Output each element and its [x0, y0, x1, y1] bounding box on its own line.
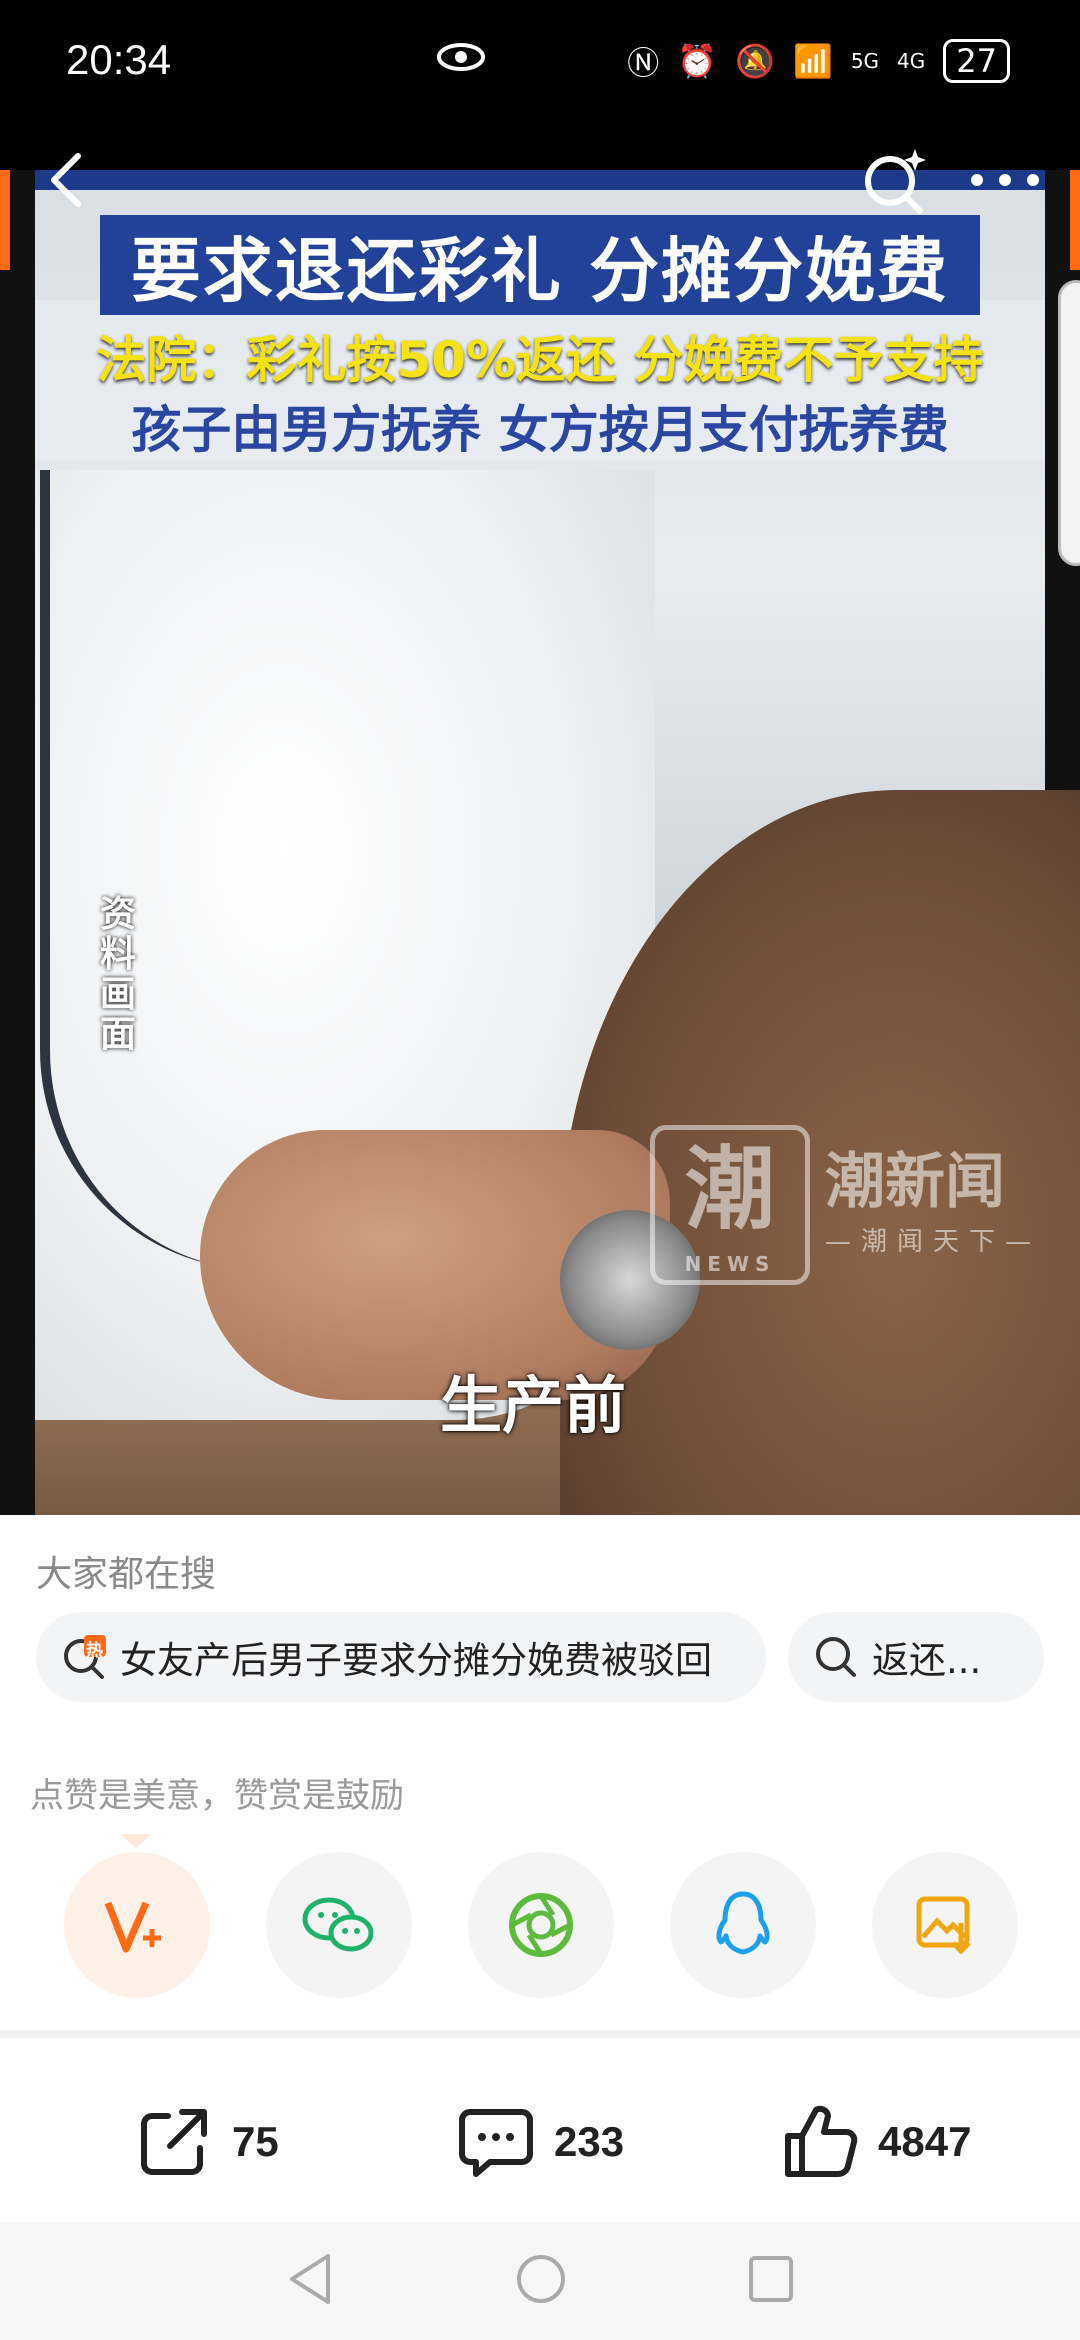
- nav-back-icon[interactable]: [286, 2252, 334, 2306]
- comment-icon: [459, 2109, 533, 2177]
- share-button[interactable]: 75: [134, 2102, 279, 2182]
- custody-caption: 孩子由男方抚养 女方按月支付抚养费: [131, 401, 949, 459]
- comment-count: 233: [554, 2118, 625, 2165]
- accent-edge-left: [0, 170, 10, 270]
- share-icon: [141, 2109, 207, 2175]
- thumbs-up-icon: [785, 2105, 858, 2177]
- reward-button[interactable]: [64, 1852, 210, 1998]
- watermark-name: 潮新闻: [825, 1147, 1005, 1217]
- video-headline: 要求退还彩礼 分摊分娩费: [100, 215, 980, 315]
- nav-recents-icon[interactable]: [746, 2252, 796, 2306]
- status-time: 20:34: [66, 36, 172, 83]
- like-count: 4847: [878, 2118, 972, 2165]
- video-subtitle: 生产前: [440, 1369, 627, 1442]
- nav-home-icon[interactable]: [514, 2252, 568, 2306]
- share-row: [0, 1852, 1080, 2002]
- watermark-logo: 潮 NEWS: [650, 1125, 810, 1285]
- wechat-icon: [302, 1897, 374, 1952]
- reward-icon: [104, 1901, 161, 1953]
- qq-icon: [716, 1891, 770, 1955]
- moments-icon: [509, 1893, 573, 1957]
- trending-search-title: 大家都在搜: [36, 1554, 217, 1595]
- section-divider: [0, 2030, 1080, 2038]
- battery-indicator: 27: [943, 39, 1010, 83]
- qq-share-button[interactable]: [670, 1852, 816, 1998]
- mute-bell-icon: 🔕: [735, 42, 775, 80]
- share-count: 75: [232, 2118, 279, 2165]
- action-bar: 75 233 4847: [0, 2062, 1080, 2222]
- tip-pointer: [120, 1834, 152, 1848]
- smart-search-icon[interactable]: [860, 145, 930, 215]
- save-image-button[interactable]: [872, 1852, 1018, 1998]
- more-options-icon[interactable]: [965, 150, 1045, 210]
- save-image-icon: [916, 1896, 971, 1955]
- search-icon: [814, 1635, 858, 1679]
- like-button[interactable]: 4847: [780, 2102, 971, 2182]
- video-player[interactable]: 要求退还彩礼 分摊分娩费 法院：彩礼按50%返还 分娩费不予支持 孩子由男方抚养…: [0, 170, 1080, 1515]
- accent-edge-right: [1070, 170, 1080, 270]
- search-suggestion-text: 女友产后男子要求分摊分娩费被驳回: [120, 1639, 712, 1682]
- moments-share-button[interactable]: [468, 1852, 614, 1998]
- edge-scroll-handle[interactable]: [1058, 280, 1080, 566]
- wifi-icon: 📶: [792, 42, 833, 80]
- watermark-slogan: —潮闻天下—: [825, 1227, 1042, 1257]
- comment-button[interactable]: 233: [456, 2102, 624, 2182]
- status-icons: Ⓝ ⏰ 🔕 📶 5G 4G 27: [627, 38, 1010, 84]
- back-arrow-icon[interactable]: [40, 150, 100, 210]
- stethoscope-tube: [40, 470, 270, 1270]
- search-suggestion-chip[interactable]: 返还...: [788, 1612, 1044, 1702]
- eye-icon: [437, 43, 485, 71]
- system-navigation-bar: [0, 2222, 1080, 2340]
- search-suggestion-text: 返还...: [872, 1639, 982, 1682]
- court-ruling-caption: 法院：彩礼按50%返还 分娩费不予支持: [96, 331, 984, 389]
- hot-search-icon: 热: [62, 1635, 106, 1679]
- news-watermark: 潮 NEWS 潮新闻 —潮闻天下—: [650, 1125, 1060, 1285]
- reward-tip: 点赞是美意，赞赏是鼓励: [30, 1776, 404, 1816]
- nfc-icon: Ⓝ: [627, 44, 660, 82]
- network-5g: 5G: [850, 49, 880, 73]
- network-4g: 4G: [897, 49, 926, 73]
- wechat-share-button[interactable]: [266, 1852, 412, 1998]
- search-suggestion-chip[interactable]: 热 女友产后男子要求分摊分娩费被驳回: [36, 1612, 766, 1702]
- alarm-icon: ⏰: [677, 42, 718, 80]
- archive-footage-label: 资料画面: [100, 894, 137, 1055]
